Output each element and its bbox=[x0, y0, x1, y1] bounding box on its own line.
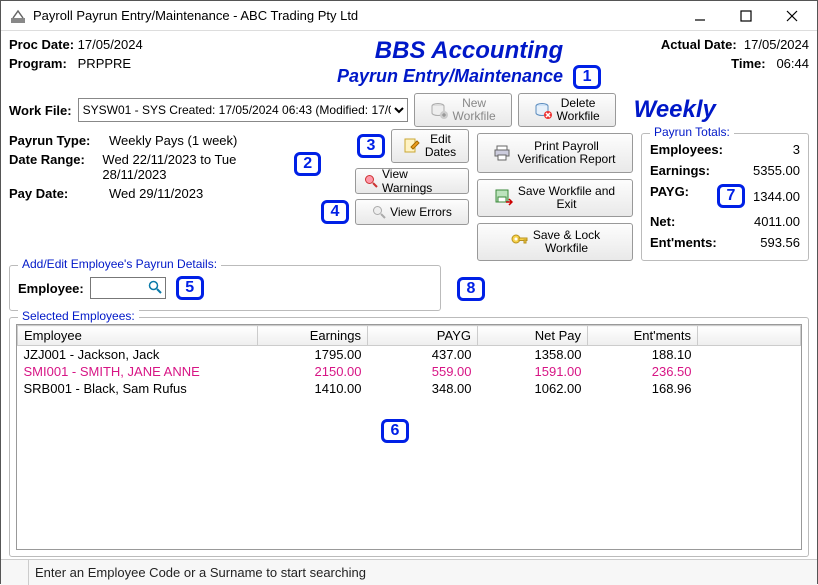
printer-icon bbox=[494, 144, 512, 162]
addedit-group: Add/Edit Employee's Payrun Details: Empl… bbox=[9, 265, 441, 311]
magnifier-red-icon bbox=[364, 174, 378, 188]
totals-earnings-label: Earnings: bbox=[650, 163, 710, 178]
app-title: BBS Accounting bbox=[309, 37, 629, 65]
delete-workfile-button[interactable]: DeleteWorkfile bbox=[518, 93, 616, 127]
callout-7: 7 bbox=[717, 184, 745, 208]
cell-entments: 236.50 bbox=[588, 363, 698, 380]
titlebar: Payroll Payrun Entry/Maintenance - ABC T… bbox=[1, 1, 817, 31]
payrun-totals-legend: Payrun Totals: bbox=[650, 125, 734, 139]
frequency-label: Weekly bbox=[634, 96, 716, 124]
search-icon[interactable] bbox=[148, 280, 162, 297]
cell-earnings: 2150.00 bbox=[258, 363, 368, 380]
status-bar: Enter an Employee Code or a Surname to s… bbox=[1, 559, 817, 585]
proc-date-label: Proc Date: bbox=[9, 37, 74, 52]
save-exit-button[interactable]: Save Workfile andExit bbox=[477, 179, 633, 217]
selected-employees-group: Selected Employees: Employee Earnings PA… bbox=[9, 317, 809, 557]
col-payg[interactable]: PAYG bbox=[368, 326, 478, 346]
totals-payg-label: PAYG: bbox=[650, 184, 689, 208]
employee-table-scroll[interactable]: Employee Earnings PAYG Net Pay Ent'ments… bbox=[16, 324, 802, 550]
cell-payg: 348.00 bbox=[368, 380, 478, 397]
status-cell-left bbox=[1, 560, 29, 585]
totals-net-label: Net: bbox=[650, 214, 675, 229]
callout-2: 2 bbox=[294, 152, 321, 176]
cell-entments: 188.10 bbox=[588, 346, 698, 364]
minimize-button[interactable] bbox=[677, 1, 723, 31]
table-header-row: Employee Earnings PAYG Net Pay Ent'ments bbox=[18, 326, 801, 346]
window-title: Payroll Payrun Entry/Maintenance - ABC T… bbox=[33, 8, 677, 23]
addedit-legend: Add/Edit Employee's Payrun Details: bbox=[18, 257, 221, 271]
col-spacer bbox=[698, 326, 801, 346]
new-workfile-button[interactable]: NewWorkfile bbox=[414, 93, 512, 127]
time-label: Time: bbox=[731, 56, 765, 71]
key-icon bbox=[510, 233, 528, 251]
totals-employees-label: Employees: bbox=[650, 142, 723, 157]
selected-employees-legend: Selected Employees: bbox=[18, 309, 139, 323]
view-warnings-button[interactable]: View Warnings bbox=[355, 168, 469, 194]
totals-ent-value: 593.56 bbox=[760, 235, 800, 250]
workfile-select[interactable]: SYSW01 - SYS Created: 17/05/2024 06:43 (… bbox=[78, 98, 408, 122]
callout-3: 3 bbox=[357, 134, 385, 158]
callout-4: 4 bbox=[321, 200, 349, 224]
pencil-page-icon bbox=[404, 138, 420, 154]
cell-earnings: 1795.00 bbox=[258, 346, 368, 364]
employee-label: Employee: bbox=[18, 281, 84, 296]
workfile-label: Work File: bbox=[9, 103, 72, 118]
view-errors-button[interactable]: View Errors bbox=[355, 199, 469, 225]
app-icon bbox=[9, 7, 27, 25]
cell-employee: JZJ001 - Jackson, Jack bbox=[18, 346, 258, 364]
payrun-type-value: Weekly Pays (1 week) bbox=[109, 133, 237, 148]
cell-payg: 559.00 bbox=[368, 363, 478, 380]
actual-date-value: 17/05/2024 bbox=[744, 37, 809, 52]
database-delete-icon bbox=[534, 101, 552, 119]
close-button[interactable] bbox=[769, 1, 815, 31]
program-label: Program: bbox=[9, 56, 67, 71]
cell-netpay: 1358.00 bbox=[478, 346, 588, 364]
totals-payg-value: 1344.00 bbox=[753, 189, 800, 204]
table-row[interactable]: SMI001 - SMITH, JANE ANNE2150.00559.0015… bbox=[18, 363, 801, 380]
table-row[interactable]: SRB001 - Black, Sam Rufus1410.00348.0010… bbox=[18, 380, 801, 397]
date-range-value: Wed 22/11/2023 to Tue 28/11/2023 bbox=[102, 152, 290, 182]
totals-net-value: 4011.00 bbox=[754, 214, 800, 229]
date-range-label: Date Range: bbox=[9, 152, 102, 182]
totals-employees-value: 3 bbox=[793, 142, 800, 157]
magnifier-grey-icon bbox=[372, 205, 386, 219]
employee-search-input[interactable] bbox=[91, 281, 141, 295]
app-subtitle: Payrun Entry/Maintenance bbox=[337, 66, 563, 87]
program-value: PRPPRE bbox=[78, 56, 131, 71]
print-report-button[interactable]: Print PayrollVerification Report bbox=[477, 133, 633, 173]
cell-netpay: 1591.00 bbox=[478, 363, 588, 380]
cell-payg: 437.00 bbox=[368, 346, 478, 364]
callout-1: 1 bbox=[573, 65, 601, 89]
col-entments[interactable]: Ent'ments bbox=[588, 326, 698, 346]
database-plus-icon bbox=[430, 101, 448, 119]
proc-date-value: 17/05/2024 bbox=[78, 37, 143, 52]
cell-employee: SMI001 - SMITH, JANE ANNE bbox=[18, 363, 258, 380]
save-lock-button[interactable]: Save & LockWorkfile bbox=[477, 223, 633, 261]
employee-search-input-wrap bbox=[90, 277, 166, 299]
callout-5: 5 bbox=[176, 276, 204, 300]
edit-dates-button[interactable]: EditDates bbox=[391, 129, 469, 163]
maximize-button[interactable] bbox=[723, 1, 769, 31]
table-row[interactable]: JZJ001 - Jackson, Jack1795.00437.001358.… bbox=[18, 346, 801, 364]
cell-netpay: 1062.00 bbox=[478, 380, 588, 397]
callout-8: 8 bbox=[457, 277, 485, 301]
totals-ent-label: Ent'ments: bbox=[650, 235, 717, 250]
col-earnings[interactable]: Earnings bbox=[258, 326, 368, 346]
col-employee[interactable]: Employee bbox=[18, 326, 258, 346]
col-netpay[interactable]: Net Pay bbox=[478, 326, 588, 346]
payrun-type-label: Payrun Type: bbox=[9, 133, 109, 148]
employee-table: Employee Earnings PAYG Net Pay Ent'ments… bbox=[17, 325, 801, 397]
payrun-totals-group: Payrun Totals: Employees:3 Earnings:5355… bbox=[641, 133, 809, 261]
status-text: Enter an Employee Code or a Surname to s… bbox=[29, 565, 817, 580]
totals-earnings-value: 5355.00 bbox=[753, 163, 800, 178]
actual-date-label: Actual Date: bbox=[661, 37, 737, 52]
pay-date-value: Wed 29/11/2023 bbox=[109, 186, 203, 201]
cell-employee: SRB001 - Black, Sam Rufus bbox=[18, 380, 258, 397]
cell-entments: 168.96 bbox=[588, 380, 698, 397]
time-value: 06:44 bbox=[776, 56, 809, 71]
cell-earnings: 1410.00 bbox=[258, 380, 368, 397]
callout-6: 6 bbox=[381, 419, 409, 443]
pay-date-label: Pay Date: bbox=[9, 186, 109, 201]
disk-arrow-icon bbox=[495, 189, 513, 207]
